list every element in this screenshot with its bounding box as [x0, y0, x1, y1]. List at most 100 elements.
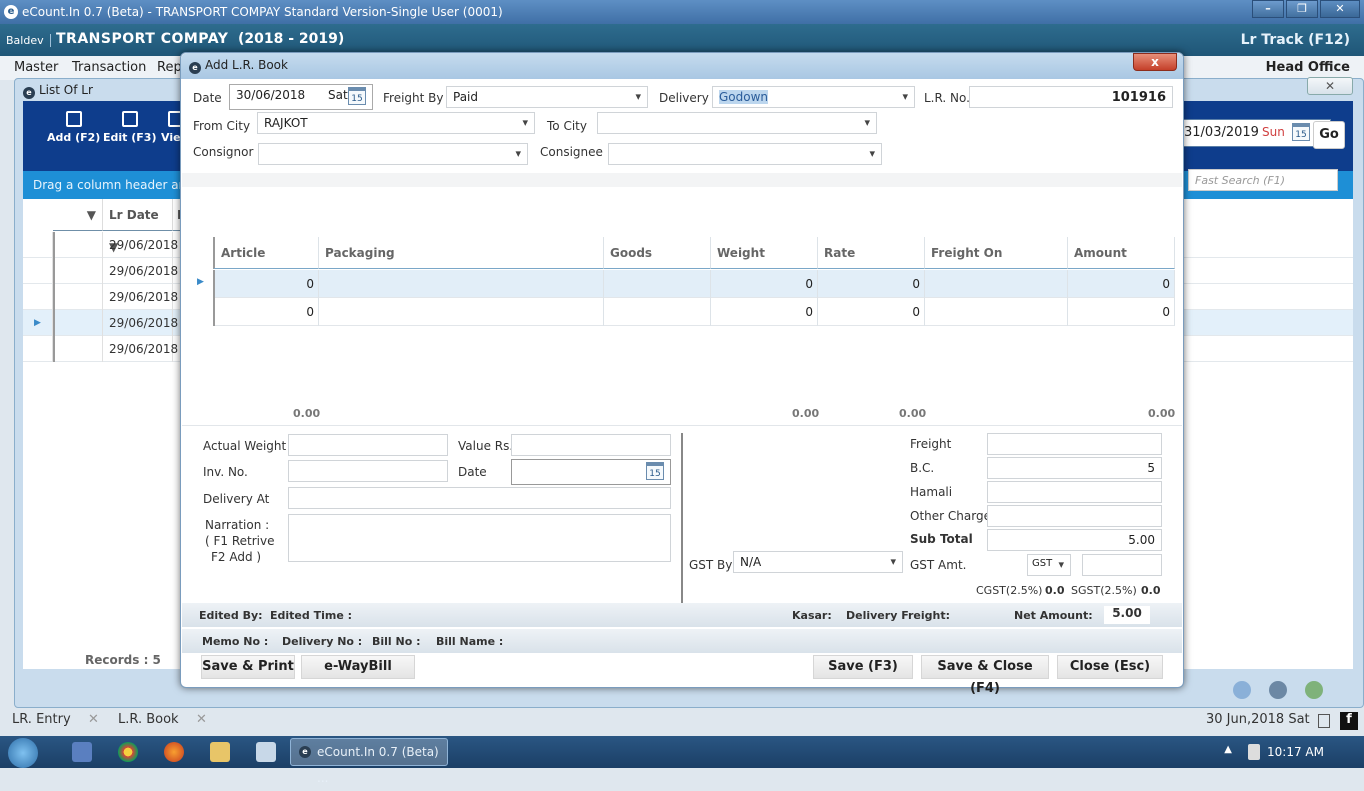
- hamali-field[interactable]: [987, 481, 1162, 503]
- save-close-button[interactable]: Save & Close (F4): [921, 655, 1049, 696]
- packaging-cell[interactable]: [319, 298, 604, 326]
- firefox-icon[interactable]: [164, 742, 184, 762]
- consignor-select[interactable]: [258, 143, 528, 165]
- gst-type-select[interactable]: GST: [1027, 554, 1071, 576]
- calendar-icon[interactable]: 15: [1292, 123, 1310, 141]
- file-explorer-icon[interactable]: [210, 742, 230, 762]
- save-button[interactable]: Save (F3): [813, 655, 913, 679]
- sub-total-field: 5.00: [987, 529, 1162, 551]
- lr-date-cell: 29/06/2018: [103, 258, 178, 284]
- column-header-packaging[interactable]: Packaging: [319, 237, 604, 269]
- consignee-select[interactable]: [608, 143, 882, 165]
- menu-transaction[interactable]: Transaction: [72, 60, 146, 75]
- column-header-weight[interactable]: Weight: [711, 237, 818, 269]
- weight-cell[interactable]: 0: [711, 298, 818, 326]
- ewaybill-button[interactable]: e-WayBill: [301, 655, 415, 679]
- notepad-icon[interactable]: [256, 742, 276, 762]
- to-date-field[interactable]: 31/03/2019 Sun 15: [1181, 119, 1331, 147]
- freight_on-cell[interactable]: [925, 298, 1068, 326]
- freight_on-cell[interactable]: [925, 270, 1068, 298]
- dialog-close-button[interactable]: x: [1133, 53, 1177, 71]
- lr-date-cell: 29/06/2018: [103, 284, 178, 310]
- row-indicator-icon: [23, 258, 53, 284]
- close-tab-icon[interactable]: ✕: [196, 712, 207, 727]
- delivery-at-field[interactable]: [288, 487, 671, 509]
- fast-search-input[interactable]: Fast Search (F1): [1188, 169, 1338, 191]
- close-button[interactable]: ✕: [1320, 0, 1360, 18]
- weight-cell[interactable]: 0: [711, 270, 818, 298]
- menu-reports[interactable]: Rep: [157, 60, 182, 75]
- maximize-button[interactable]: ❐: [1286, 0, 1318, 18]
- go-button[interactable]: Go: [1313, 121, 1345, 149]
- packaging-cell[interactable]: [319, 270, 604, 298]
- goods-cell[interactable]: [604, 298, 711, 326]
- refresh-icon[interactable]: [1305, 681, 1323, 699]
- inv-date-field[interactable]: 15: [511, 459, 671, 485]
- add-button[interactable]: Add (F2): [47, 111, 100, 144]
- menu-master[interactable]: Master: [14, 60, 58, 75]
- value-rs-field[interactable]: [511, 434, 671, 456]
- lr-track-link[interactable]: Lr Track (F12): [1241, 32, 1350, 48]
- from-city-select[interactable]: RAJKOT: [257, 112, 535, 134]
- lr-no-field[interactable]: 101916: [969, 86, 1173, 108]
- taskbar: e eCount.In 0.7 (Beta) ... ▲ 10:17 AM: [0, 736, 1364, 785]
- inv-no-field[interactable]: [288, 460, 448, 482]
- amount-total: 0.00: [1148, 407, 1176, 420]
- column-header-lr-date[interactable]: Lr Date ▼: [103, 199, 173, 254]
- gst-amt-field[interactable]: [1082, 554, 1162, 576]
- tab-lr-entry[interactable]: LR. Entry: [12, 712, 71, 727]
- taskbar-app-ecount[interactable]: e eCount.In 0.7 (Beta) ...: [290, 738, 448, 785]
- goods-cell[interactable]: [604, 270, 711, 298]
- delivery-select[interactable]: Godown: [712, 86, 915, 108]
- amount-cell[interactable]: 0: [1068, 298, 1175, 326]
- tray-network-icon[interactable]: [1248, 744, 1260, 760]
- article-cell[interactable]: 0: [213, 298, 319, 326]
- grid-row[interactable]: 0000: [213, 270, 1175, 298]
- grid-row[interactable]: 0000: [213, 298, 1175, 326]
- clock[interactable]: 10:17 AM: [1267, 745, 1324, 759]
- freight-field[interactable]: [987, 433, 1162, 455]
- column-header-goods-contained[interactable]: Goods Contained: [604, 237, 711, 292]
- narration-field[interactable]: [288, 514, 671, 562]
- gst-amt-label: GST Amt.: [910, 558, 967, 572]
- date-field[interactable]: 30/06/2018 Sat 15: [229, 84, 373, 110]
- column-header-rate[interactable]: Rate: [818, 237, 925, 269]
- article-cell[interactable]: 0: [213, 270, 319, 298]
- tray-expand-icon[interactable]: ▲: [1224, 744, 1232, 755]
- amount-cell[interactable]: 0: [1068, 270, 1175, 298]
- column-header-freight-on[interactable]: Freight On: [925, 237, 1068, 269]
- column-header-amount[interactable]: Amount: [1068, 237, 1175, 269]
- actual-weight-field[interactable]: [288, 434, 448, 456]
- close-esc-button[interactable]: Close (Esc): [1057, 655, 1163, 679]
- save-print-button[interactable]: Save & Print: [201, 655, 295, 679]
- minimize-button[interactable]: –: [1252, 0, 1284, 18]
- calculator-icon[interactable]: [1318, 714, 1330, 728]
- user-name: Baldev: [6, 34, 51, 47]
- calendar-icon[interactable]: 15: [348, 87, 366, 105]
- bc-field[interactable]: 5: [987, 457, 1162, 479]
- other-charge-field[interactable]: [987, 505, 1162, 527]
- filter-column-header[interactable]: ▼: [53, 199, 103, 231]
- search-icon[interactable]: [1269, 681, 1287, 699]
- close-tab-icon[interactable]: ✕: [88, 712, 99, 727]
- rate-cell[interactable]: 0: [818, 270, 925, 298]
- edit-button[interactable]: Edit (F3): [103, 111, 156, 144]
- calendar-icon[interactable]: 15: [646, 462, 664, 480]
- column-header-article[interactable]: Article: [213, 237, 319, 269]
- save-app-icon[interactable]: [72, 742, 92, 762]
- lr-date-cell: 29/06/2018: [103, 336, 178, 362]
- to-city-select[interactable]: [597, 112, 877, 134]
- edit-info-bar: Edited By: Edited Time : Kasar: Delivery…: [182, 603, 1182, 627]
- start-button[interactable]: [8, 738, 38, 768]
- facebook-icon[interactable]: f: [1340, 712, 1358, 730]
- current-row-indicator-icon: ▶: [197, 277, 204, 287]
- gst-by-select[interactable]: N/A: [733, 551, 903, 573]
- freight-by-select[interactable]: Paid: [446, 86, 648, 108]
- lr-no-label: L.R. No.: [924, 91, 970, 105]
- export-icon[interactable]: [1233, 681, 1251, 699]
- chrome-icon[interactable]: [118, 742, 138, 762]
- rate-cell[interactable]: 0: [818, 298, 925, 326]
- rate-total: 0.00: [899, 407, 927, 420]
- tab-lr-book[interactable]: L.R. Book: [118, 712, 179, 727]
- list-close-button[interactable]: ✕: [1307, 77, 1353, 95]
